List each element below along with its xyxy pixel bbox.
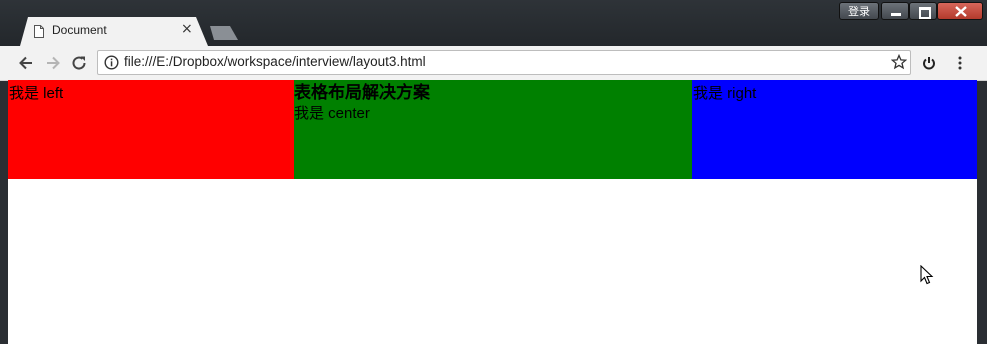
tab-title: Document [52,23,107,37]
back-arrow-icon[interactable] [17,54,35,72]
maximize-button[interactable] [909,2,937,20]
address-bar[interactable]: file:///E:/Dropbox/workspace/interview/l… [97,50,911,75]
document-icon [34,25,44,38]
star-icon[interactable] [891,54,907,70]
close-icon[interactable]: × [181,21,193,37]
right-column: 我是 right [692,80,977,179]
page-viewport: 我是 left 表格布局解决方案 我是 center 我是 right [8,80,977,344]
info-icon[interactable] [104,55,119,70]
close-window-button[interactable] [937,2,983,20]
forward-arrow-icon[interactable] [44,54,62,72]
login-button[interactable]: 登录 [839,2,879,20]
close-window-icon [955,6,967,17]
mouse-cursor-icon [920,265,934,285]
layout-table: 我是 left 表格布局解决方案 我是 center 我是 right [8,80,977,179]
center-column: 表格布局解决方案 我是 center [294,80,692,179]
title-bar: Document × 登录 [0,0,987,46]
left-column: 我是 left [8,80,294,179]
left-column-text: 我是 left [9,85,64,102]
url-text[interactable]: file:///E:/Dropbox/workspace/interview/l… [124,54,426,69]
tab-document[interactable]: Document × [20,17,208,46]
browser-toolbar: file:///E:/Dropbox/workspace/interview/l… [0,46,987,81]
reload-icon[interactable] [70,54,88,72]
minimize-button[interactable] [881,2,909,20]
new-tab-button[interactable] [210,26,238,40]
more-vert-icon[interactable] [951,54,969,72]
center-column-text: 我是 center [294,105,370,122]
power-icon[interactable] [920,54,938,72]
center-heading: 表格布局解决方案 [294,83,430,102]
right-column-text: 我是 right [693,85,757,102]
browser-window: Document × 登录 file:///E:/Dropbox/workspa… [0,0,987,344]
